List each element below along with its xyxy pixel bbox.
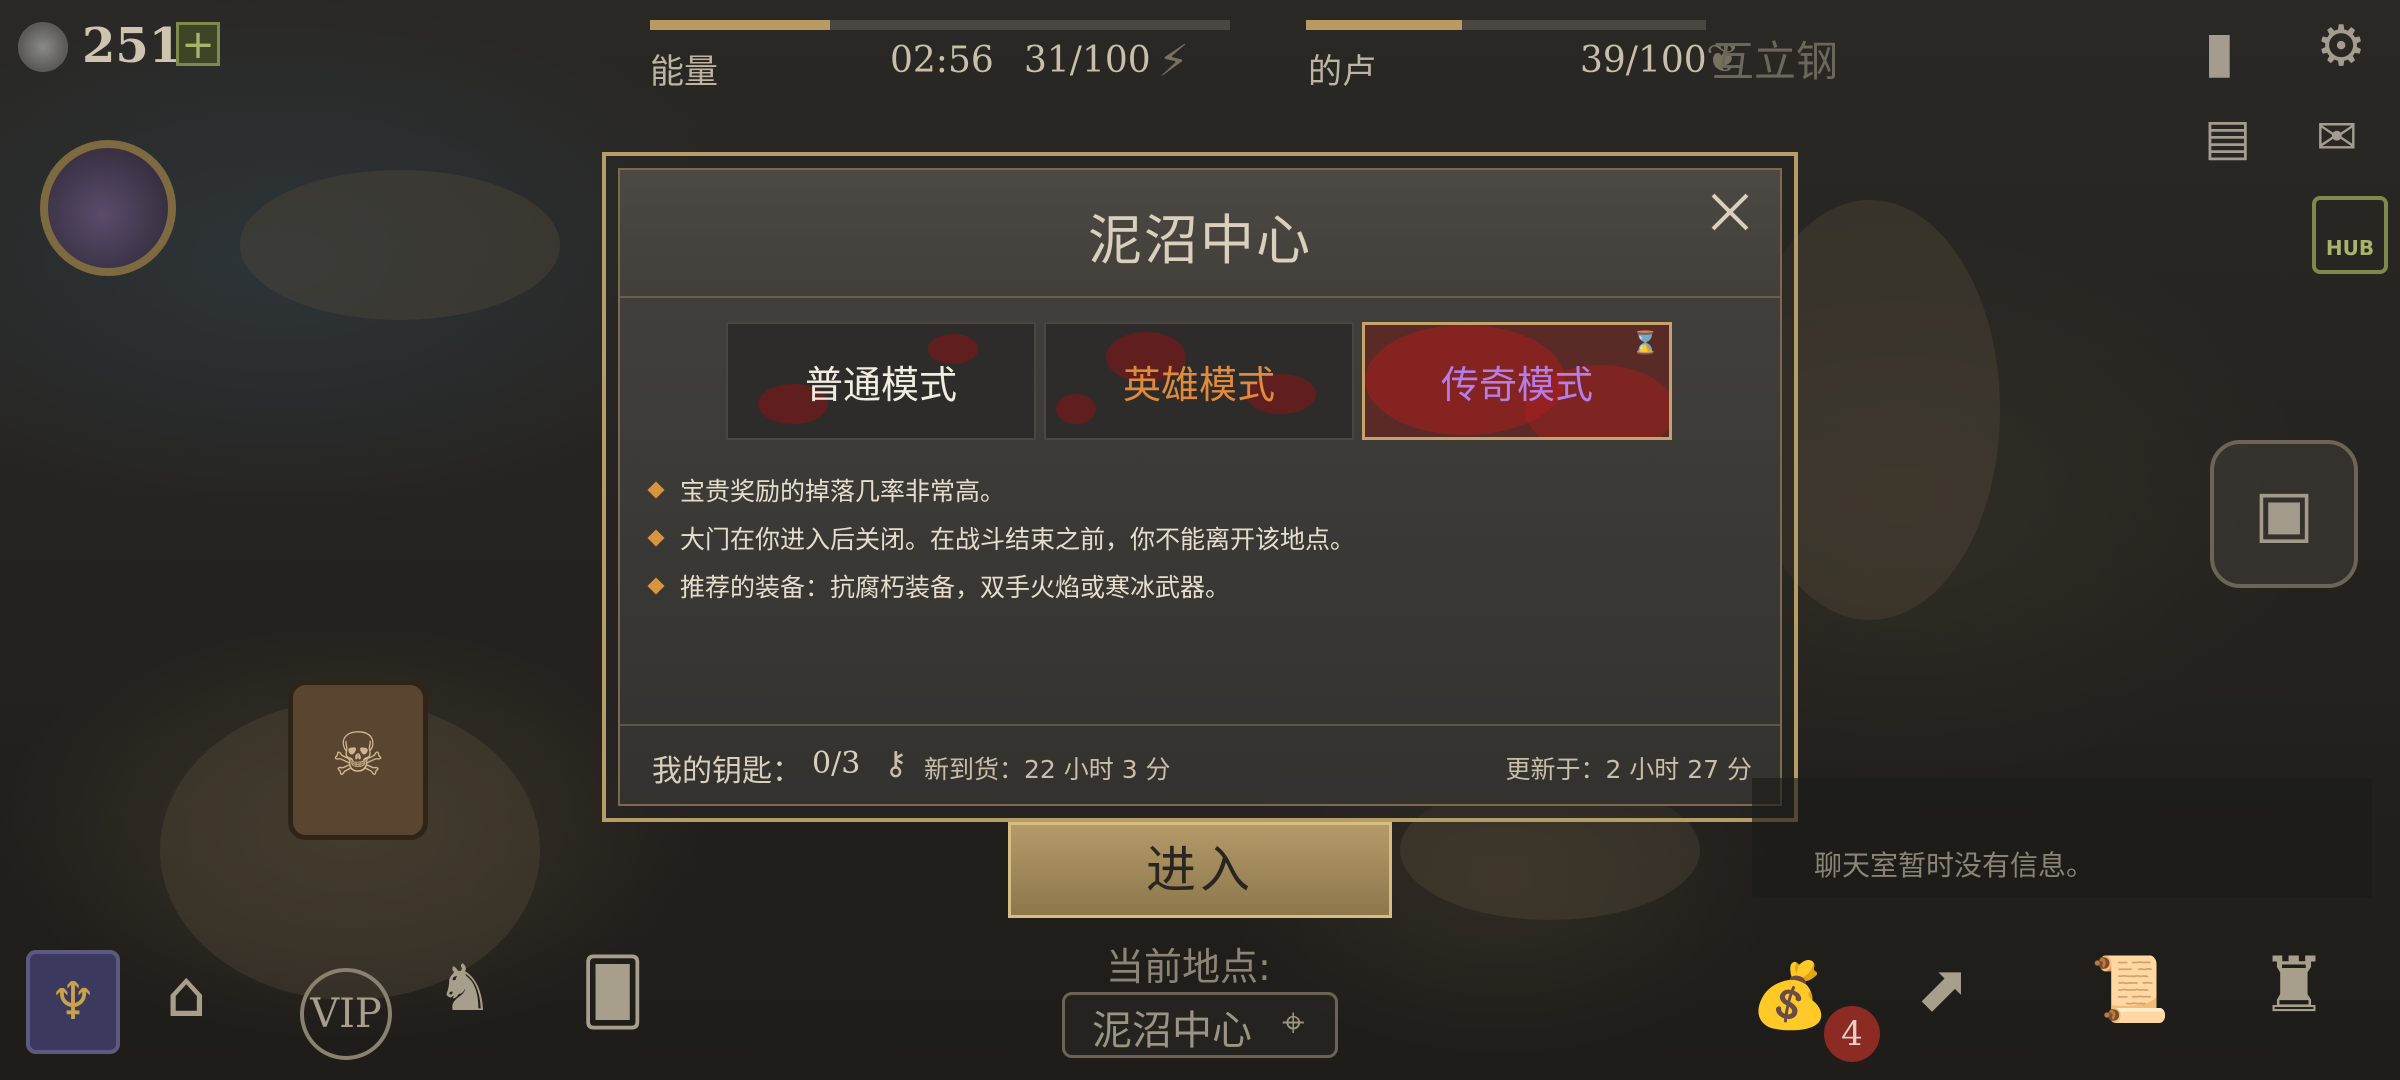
- hourglass-icon: ⌛: [1631, 331, 1659, 356]
- add-coins-button[interactable]: +: [176, 22, 220, 66]
- vip-icon[interactable]: VIP: [300, 968, 392, 1060]
- location-modal: 泥沼中心 普通模式 英雄模式 ⌛ 传奇模式 宝贵奖励的掉落几率非常高。 大门在你…: [618, 168, 1782, 806]
- notes-icon[interactable]: ▤: [2204, 108, 2251, 166]
- lightning-icon: ⚡: [1158, 36, 1189, 87]
- scroll-icon[interactable]: 📜: [2090, 952, 2170, 1027]
- crosshair-icon[interactable]: ⌖: [1282, 1000, 1305, 1046]
- coin-count: 251: [82, 18, 183, 74]
- horse-icon[interactable]: ♞: [436, 952, 493, 1026]
- character-icon[interactable]: ♜: [2260, 940, 2328, 1029]
- tab-heroic-mode[interactable]: 英雄模式: [1044, 322, 1354, 440]
- energy-bar: [650, 20, 1230, 30]
- keys-value: 0/3: [812, 746, 861, 781]
- map-arrow-icon[interactable]: ⬈: [1916, 952, 1970, 1026]
- modal-footer: 我的钥匙： 0/3 ⚷ 新到货：22 小时 3 分 更新于：2 小时 27 分: [620, 724, 1780, 810]
- skull-icon[interactable]: ☠: [288, 680, 428, 840]
- modal-title: 泥沼中心: [1088, 209, 1312, 272]
- diamond-bullet-icon: [647, 481, 665, 499]
- guild-crest-icon[interactable]: ♆: [26, 950, 120, 1054]
- tab-legendary-mode[interactable]: ⌛ 传奇模式: [1362, 322, 1672, 440]
- current-location-label: 当前地点:: [1106, 945, 1271, 989]
- tab-label: 英雄模式: [1122, 362, 1275, 407]
- second-resource-label: 的卢: [1308, 52, 1376, 92]
- keys-label: 我的钥匙：: [652, 754, 802, 789]
- hub-button[interactable]: HUB: [2312, 196, 2388, 274]
- gear-icon[interactable]: ⚙: [2316, 14, 2366, 79]
- second-resource-bar: [1306, 20, 1706, 30]
- key-icon: ⚷: [884, 744, 908, 782]
- tab-label: 传奇模式: [1440, 362, 1593, 407]
- money-bag-icon[interactable]: 💰: [1750, 958, 1830, 1033]
- enter-button[interactable]: 进入: [1008, 822, 1392, 918]
- restock-timer: 新到货：22 小时 3 分: [924, 755, 1171, 784]
- chat-empty-text: 聊天室暂时没有信息。: [1814, 849, 2095, 882]
- coin-icon: [18, 22, 68, 72]
- list-item: 推荐的装备：抗腐朽装备，双手火焰或寒冰武器。: [647, 562, 1355, 610]
- house-icon[interactable]: ⌂: [166, 958, 207, 1032]
- updated-timer: 更新于：2 小时 27 分: [1505, 755, 1752, 784]
- cards-icon[interactable]: 🂠: [580, 956, 645, 1030]
- notification-badge: 4: [1824, 1006, 1880, 1062]
- modal-header: 泥沼中心: [620, 170, 1780, 298]
- chest-icon[interactable]: ▣: [2210, 440, 2358, 588]
- diamond-bullet-icon: [647, 529, 665, 547]
- second-resource-value: 39/100: [1580, 40, 1707, 81]
- list-item: 大门在你进入后关闭。在战斗结束之前，你不能离开该地点。: [647, 514, 1355, 562]
- diamond-bullet-icon: [647, 577, 665, 595]
- tab-normal-mode[interactable]: 普通模式: [726, 322, 1036, 440]
- description-list: 宝贵奖励的掉落几率非常高。 大门在你进入后关闭。在战斗结束之前，你不能离开该地点…: [647, 466, 1355, 610]
- list-item: 宝贵奖励的掉落几率非常高。: [647, 466, 1355, 514]
- avatar[interactable]: [40, 140, 176, 276]
- close-icon[interactable]: [1706, 188, 1754, 236]
- partial-title-text: 互立钢: [1712, 37, 1839, 86]
- tab-label: 普通模式: [804, 362, 957, 407]
- energy-value: 31/100: [1024, 40, 1151, 81]
- current-location-value: 泥沼中心: [1092, 1008, 1252, 1054]
- energy-label: 能量: [650, 52, 718, 92]
- energy-timer: 02:56: [890, 40, 994, 81]
- stats-icon[interactable]: ▮: [2204, 20, 2235, 85]
- chat-bubble-icon[interactable]: ✉: [2316, 108, 2358, 166]
